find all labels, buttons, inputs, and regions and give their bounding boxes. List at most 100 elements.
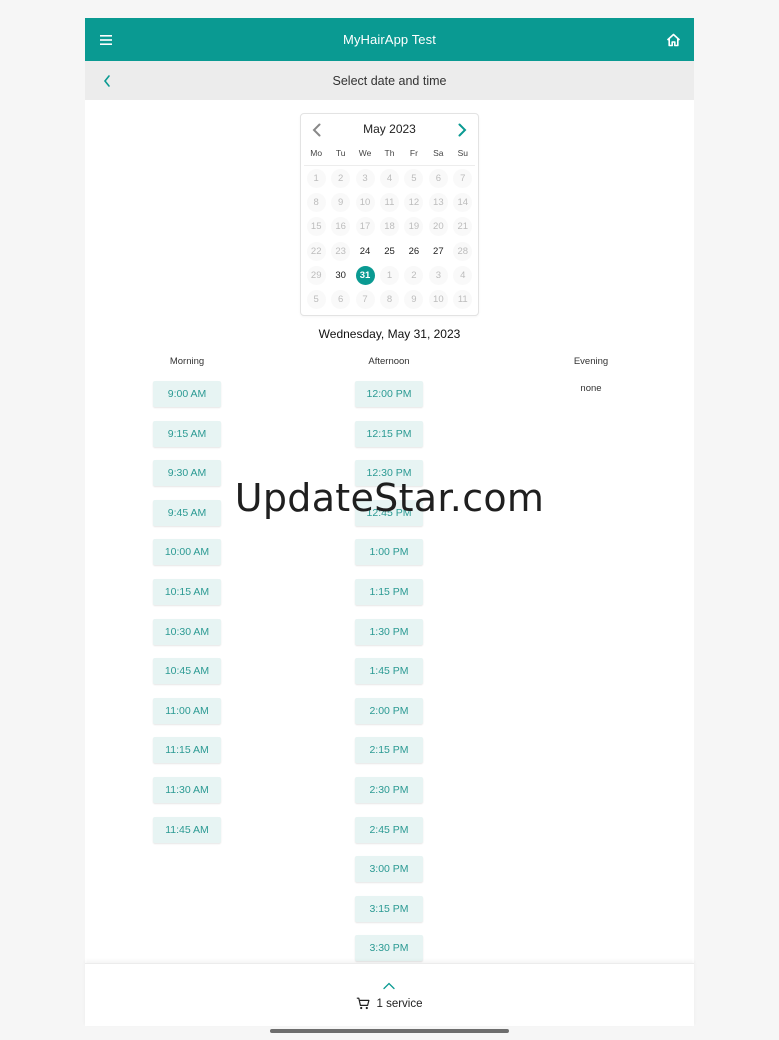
- calendar-day: 3: [426, 263, 450, 287]
- morning-time-slot-button[interactable]: 11:15 AM: [153, 737, 221, 764]
- home-button[interactable]: [662, 29, 684, 51]
- calendar-day: 7: [451, 166, 475, 190]
- afternoon-time-slot-button[interactable]: 12:30 PM: [355, 460, 423, 487]
- afternoon-time-slot-button[interactable]: 3:15 PM: [355, 895, 423, 922]
- calendar-day-number: 7: [453, 168, 473, 188]
- morning-time-slot-button[interactable]: 11:00 AM: [153, 697, 221, 724]
- menu-button[interactable]: [95, 29, 117, 51]
- calendar-day[interactable]: 26: [402, 239, 426, 263]
- calendar-day: 4: [451, 263, 475, 287]
- calendar-day-number: 17: [355, 217, 375, 237]
- calendar-day-number: 21: [453, 217, 473, 237]
- calendar-day: 9: [328, 190, 352, 214]
- calendar-day: 2: [328, 166, 352, 190]
- calendar-day: 16: [328, 215, 352, 239]
- calendar-header: May 2023: [301, 114, 478, 144]
- chevron-up-icon: [383, 982, 395, 990]
- calendar-day-number: 8: [306, 192, 326, 212]
- calendar-day: 11: [377, 190, 401, 214]
- calendar-month-label: May 2023: [363, 122, 416, 136]
- afternoon-time-slot-button[interactable]: 12:45 PM: [355, 499, 423, 526]
- selected-date-heading: Wednesday, May 31, 2023: [318, 327, 461, 341]
- weekday-label: Mo: [310, 148, 323, 158]
- calendar-day-number: 24: [359, 245, 371, 257]
- calendar-day-number: 14: [453, 192, 473, 212]
- afternoon-time-slot-button[interactable]: 2:00 PM: [355, 697, 423, 724]
- calendar-day[interactable]: 30: [328, 263, 352, 287]
- calendar-day-number: 9: [331, 192, 351, 212]
- cart-icon: [357, 997, 370, 1010]
- morning-time-slot-button[interactable]: 10:15 AM: [153, 578, 221, 605]
- morning-time-slot-button[interactable]: 10:30 AM: [153, 618, 221, 645]
- cart-summary-bar: 1 service: [85, 963, 694, 1026]
- morning-time-slot-button[interactable]: 10:45 AM: [153, 658, 221, 685]
- calendar-day-number: 26: [408, 245, 420, 257]
- calendar-day-number: 3: [355, 168, 375, 188]
- weekday-label: We: [358, 148, 372, 158]
- calendar-day: 17: [353, 215, 377, 239]
- afternoon-time-slot-button[interactable]: 1:15 PM: [355, 578, 423, 605]
- next-month-button[interactable]: [454, 122, 470, 138]
- afternoon-time-slot-button[interactable]: 3:30 PM: [355, 935, 423, 962]
- calendar-day: 6: [328, 287, 352, 311]
- afternoon-time-slot-button[interactable]: 12:15 PM: [355, 420, 423, 447]
- calendar-day-number: 1: [379, 265, 399, 285]
- calendar-day: 8: [377, 287, 401, 311]
- calendar-day: 22: [304, 239, 328, 263]
- calendar-day-grid: 1 2 3 4 5 6 7 8 9 10 11 12 13 14 15 16 17 18 19 20 21 22 23 24 2…: [304, 165, 475, 312]
- afternoon-time-slot-button[interactable]: 1:30 PM: [355, 618, 423, 645]
- calendar-day: 9: [402, 287, 426, 311]
- morning-time-slot-button[interactable]: 9:45 AM: [153, 499, 221, 526]
- afternoon-time-slot-button[interactable]: 12:00 PM: [355, 381, 423, 407]
- app-bar: MyHairApp Test: [85, 18, 694, 61]
- morning-time-slot-button[interactable]: 9:15 AM: [153, 420, 221, 447]
- sub-header: Select date and time: [85, 61, 694, 100]
- afternoon-time-slot-button[interactable]: 2:30 PM: [355, 776, 423, 803]
- cart-summary[interactable]: 1 service: [85, 997, 694, 1010]
- calendar-day-number: 20: [428, 217, 448, 237]
- calendar-day-selected[interactable]: 31: [353, 263, 377, 287]
- morning-time-slot-button[interactable]: 10:00 AM: [153, 539, 221, 566]
- calendar-day: 10: [426, 287, 450, 311]
- calendar-day-number: 3: [428, 265, 448, 285]
- calendar-day[interactable]: 25: [377, 239, 401, 263]
- calendar-day-number: 4: [379, 168, 399, 188]
- back-button[interactable]: [97, 71, 117, 91]
- calendar-day: 5: [304, 287, 328, 311]
- system-home-indicator[interactable]: [270, 1029, 509, 1033]
- calendar-day-number: 15: [306, 217, 326, 237]
- calendar-day-number: 28: [453, 241, 473, 261]
- morning-time-slot-button[interactable]: 9:00 AM: [153, 381, 221, 407]
- weekday-label: Fr: [409, 148, 418, 158]
- expand-summary-button[interactable]: [382, 981, 396, 991]
- morning-time-slot-button[interactable]: 11:45 AM: [153, 816, 221, 843]
- calendar-weekday-row: Mo Tu We Th Fr Sa Su: [304, 148, 475, 162]
- calendar-day-number: 6: [428, 168, 448, 188]
- calendar-day: 4: [377, 166, 401, 190]
- calendar-day-number: 23: [331, 241, 351, 261]
- calendar-day-number: 7: [355, 290, 375, 310]
- afternoon-time-slot-button[interactable]: 1:45 PM: [355, 658, 423, 685]
- afternoon-time-slot-button[interactable]: 3:00 PM: [355, 856, 423, 883]
- calendar-day: 5: [402, 166, 426, 190]
- calendar-day: 19: [402, 215, 426, 239]
- page-title: Select date and time: [332, 73, 447, 88]
- morning-time-slot-button[interactable]: 9:30 AM: [153, 460, 221, 487]
- calendar-day-number: 12: [404, 192, 424, 212]
- afternoon-time-slot-button[interactable]: 2:15 PM: [355, 737, 423, 764]
- afternoon-time-slot-button[interactable]: 2:45 PM: [355, 816, 423, 843]
- calendar-day: 1: [377, 263, 401, 287]
- calendar-day[interactable]: 24: [353, 239, 377, 263]
- weekday-label: Sa: [433, 148, 444, 158]
- calendar-day: 14: [451, 190, 475, 214]
- calendar-day-number: 22: [306, 241, 326, 261]
- calendar-day[interactable]: 27: [426, 239, 450, 263]
- evening-column-title: Evening: [573, 356, 609, 367]
- morning-time-slot-button[interactable]: 11:30 AM: [153, 776, 221, 803]
- afternoon-time-slot-button[interactable]: 1:00 PM: [355, 539, 423, 566]
- morning-slot-list: 9:00 AM 9:15 AM 9:30 AM 9:45 AM 10:00 AM 10:1…: [153, 381, 221, 856]
- afternoon-slot-list: 12:00 PM 12:15 PM 12:30 PM 12:45 PM 1:00 PM 1…: [355, 381, 423, 975]
- app-title: MyHairApp Test: [343, 32, 436, 47]
- calendar-day-number: 16: [331, 217, 351, 237]
- calendar-day-number: 11: [379, 192, 399, 212]
